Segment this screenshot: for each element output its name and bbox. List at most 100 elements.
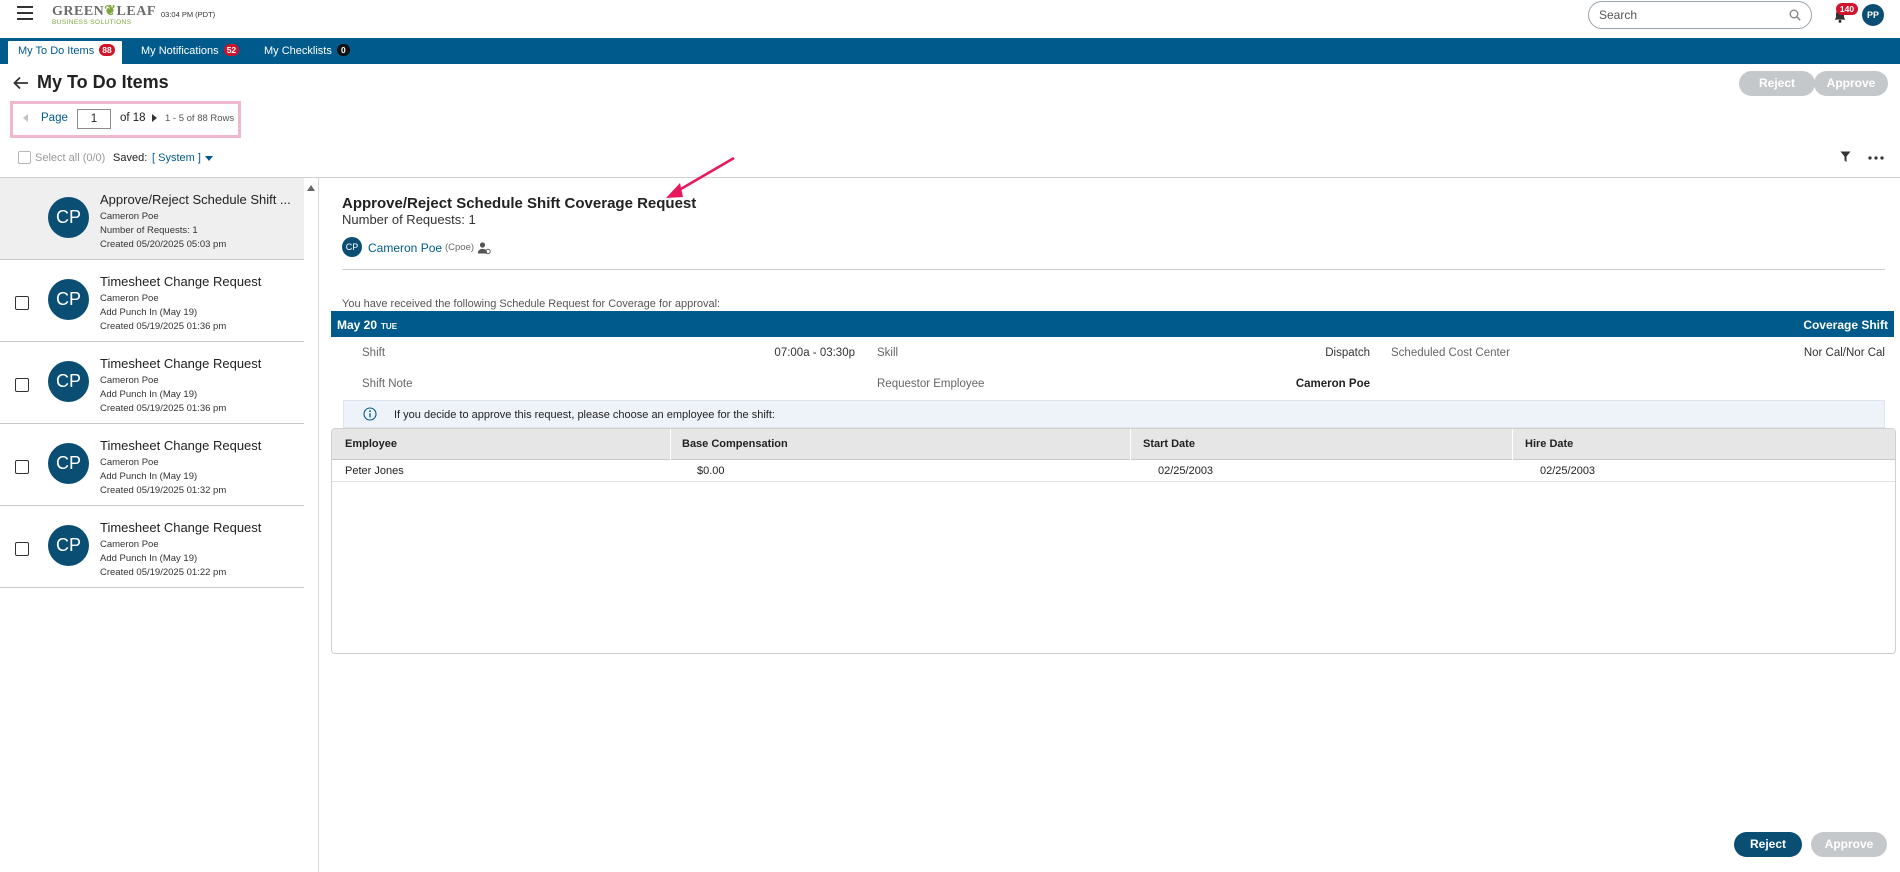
list-item-detail: Add Punch In (May 19) (100, 471, 198, 482)
cell-hire-date: 02/25/2003 (1540, 465, 1596, 477)
avatar: CP (48, 197, 89, 238)
skill-value: Dispatch (1325, 347, 1370, 359)
list-item-requester: Cameron Poe (100, 539, 159, 550)
person-link-icon[interactable] (477, 241, 491, 255)
column-header-start-date[interactable]: Start Date (1143, 438, 1195, 450)
item-checkbox[interactable] (15, 296, 29, 310)
shift-type: Coverage Shift (1803, 318, 1888, 332)
saved-view-dropdown[interactable]: [ System ] (152, 152, 201, 164)
tab-my-checklists[interactable]: My Checklists 0 (254, 41, 358, 64)
list-item[interactable]: CP Timesheet Change Request Cameron Poe … (0, 424, 304, 506)
detail-subtitle: Number of Requests: 1 (342, 212, 476, 227)
saved-label: Saved: (113, 152, 148, 164)
list-item-created: Created 05/20/2025 05:03 pm (100, 239, 227, 250)
cost-center-value: Nor Cal/Nor Cal (1803, 347, 1885, 359)
shift-date-header: May 20 TUE Coverage Shift (331, 311, 1894, 337)
list-item-title: Timesheet Change Request (100, 274, 262, 289)
current-time: 03:04 PM (PDT) (161, 10, 216, 19)
next-page-icon[interactable] (152, 114, 157, 122)
page-title: My To Do Items (37, 72, 169, 92)
table-row[interactable]: Peter Jones $0.00 02/25/2003 02/25/2003 (332, 460, 1895, 482)
list-item-requester: Cameron Poe (100, 293, 159, 304)
user-avatar[interactable]: PP (1862, 4, 1884, 26)
cell-start-date: 02/25/2003 (1158, 465, 1214, 477)
avatar: CP (48, 443, 89, 484)
list-item-requester: Cameron Poe (100, 375, 159, 386)
company-logo: GREEN❦LEAF BUSINESS SOLUTIONS (52, 4, 156, 27)
tab-count-badge: 52 (223, 44, 240, 56)
requester-name-link[interactable]: Cameron Poe (368, 241, 442, 255)
divider (342, 269, 1885, 270)
select-all-checkbox[interactable] (18, 151, 31, 164)
shift-label: Shift (362, 347, 386, 359)
avatar: CP (48, 525, 89, 566)
avatar: CP (48, 361, 89, 402)
search-icon[interactable] (1789, 9, 1801, 21)
list-item[interactable]: CP Timesheet Change Request Cameron Poe … (0, 260, 304, 342)
search-box[interactable] (1588, 1, 1812, 29)
reject-button-top[interactable]: Reject (1739, 71, 1815, 96)
column-divider (670, 429, 671, 460)
more-options-icon[interactable] (1867, 152, 1885, 164)
page-number-input[interactable] (77, 109, 111, 129)
notification-count-badge: 140 (1836, 3, 1858, 15)
select-all-label: Select all (0/0) (35, 152, 106, 164)
grid-header: Employee Base Compensation Start Date Hi… (332, 429, 1895, 460)
search-input[interactable] (1599, 7, 1779, 23)
list-item-title: Timesheet Change Request (100, 356, 262, 371)
requestor-value: Cameron Poe (1295, 378, 1370, 390)
cell-base-compensation: $0.00 (697, 465, 725, 477)
list-item-created: Created 05/19/2025 01:32 pm (100, 485, 227, 496)
column-header-hire-date[interactable]: Hire Date (1525, 438, 1573, 450)
list-item-detail: Add Punch In (May 19) (100, 307, 198, 318)
approve-button-top[interactable]: Approve (1814, 71, 1888, 96)
list-item-created: Created 05/19/2025 01:22 pm (100, 567, 227, 578)
tab-label: My Checklists (264, 45, 332, 57)
shift-day-of-week: TUE (381, 322, 398, 331)
previous-page-icon[interactable] (23, 114, 28, 122)
avatar: CP (342, 237, 362, 257)
filter-icon[interactable] (1840, 151, 1851, 163)
shift-note-label: Shift Note (362, 378, 413, 390)
list-item-created: Created 05/19/2025 01:36 pm (100, 403, 227, 414)
list-item[interactable]: CP Approve/Reject Schedule Shift ... Cam… (0, 178, 304, 260)
column-header-employee[interactable]: Employee (345, 438, 397, 450)
top-header: GREEN❦LEAF BUSINESS SOLUTIONS 03:04 PM (… (0, 0, 1900, 38)
shift-value: 07:00a - 03:30p (774, 347, 855, 359)
list-item[interactable]: CP Timesheet Change Request Cameron Poe … (0, 506, 304, 588)
item-checkbox[interactable] (15, 378, 29, 392)
hamburger-menu-icon[interactable] (17, 6, 33, 20)
tab-bar: My To Do Items 88 My Notifications 52 My… (0, 38, 1900, 64)
back-arrow-icon[interactable] (13, 76, 29, 90)
page-label: Page (41, 112, 68, 124)
requester-code: (Cpoe) (445, 242, 475, 253)
column-divider (1130, 429, 1131, 460)
scroll-up-icon[interactable] (307, 185, 315, 191)
info-banner: If you decide to approve this request, p… (343, 400, 1885, 428)
chevron-down-icon[interactable] (205, 156, 213, 161)
item-checkbox[interactable] (15, 460, 29, 474)
row-count: 1 - 5 of 88 Rows (165, 113, 235, 124)
page-total: of 18 (120, 112, 146, 124)
list-item[interactable]: CP Timesheet Change Request Cameron Poe … (0, 342, 304, 424)
requestor-label: Requestor Employee (877, 378, 985, 390)
column-header-base-compensation[interactable]: Base Compensation (682, 438, 788, 450)
column-divider (1512, 429, 1513, 460)
divider (318, 178, 319, 872)
approve-button[interactable]: Approve (1811, 832, 1887, 857)
item-checkbox[interactable] (15, 542, 29, 556)
list-item-requester: Cameron Poe (100, 211, 159, 222)
tab-my-notifications[interactable]: My Notifications 52 (131, 41, 247, 64)
list-item-detail: Add Punch In (May 19) (100, 553, 198, 564)
avatar: CP (48, 279, 89, 320)
list-item-detail: Number of Requests: 1 (100, 225, 198, 236)
tab-label: My Notifications (141, 45, 219, 57)
tab-my-to-do-items[interactable]: My To Do Items 88 (8, 41, 122, 64)
list-item-requester: Cameron Poe (100, 457, 159, 468)
shift-date: May 20 (337, 318, 378, 332)
annotation-arrow (666, 156, 735, 198)
tab-count-badge: 88 (99, 44, 115, 56)
employee-grid: Employee Base Compensation Start Date Hi… (331, 428, 1896, 654)
cost-center-label: Scheduled Cost Center (1391, 347, 1510, 359)
reject-button[interactable]: Reject (1734, 832, 1802, 857)
